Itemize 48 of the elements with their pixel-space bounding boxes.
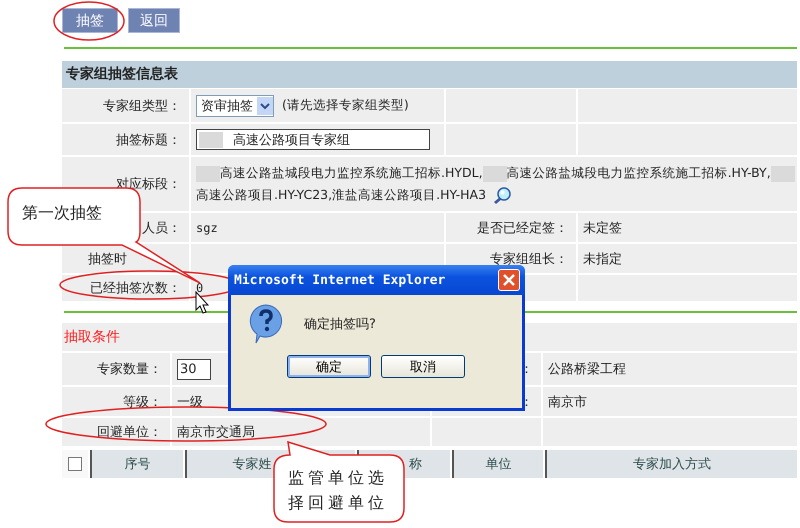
toolbar-button[interactable]: 返回 [128,8,180,33]
field-label: 专家组类型： [103,98,181,114]
caret-icon [257,96,273,114]
search-icon[interactable] [492,186,512,205]
count-field[interactable]: 30 [177,358,211,380]
question-icon [248,303,284,345]
column-header[interactable]: 专家加入方式 [545,450,797,478]
field-value: 公路桥梁工程 [548,361,626,378]
column-header[interactable]: 序号 [90,450,183,478]
field-label: 专家数量： [97,361,162,378]
field-label: 回避单位： [97,424,162,441]
field-value: 南京市 [548,394,587,410]
column-header[interactable]: 单位 [452,450,543,478]
hint-text: (请先选择专家组类型) [282,97,409,114]
field-label: 专家组组长： [490,250,568,268]
dialog-title: Microsoft Internet Explorer [234,272,446,288]
type-select[interactable]: 资审抽签 [196,94,274,116]
field-value: sgz [196,220,218,234]
field-text: 高速公路项目专家组 [233,132,350,148]
field-label: 已经抽签次数： [90,280,181,297]
close-button[interactable] [498,269,520,291]
section-title: 抽取条件 [64,328,120,346]
field-value: 未指定 [583,250,622,268]
field-label: 人员： [142,220,181,236]
field-label: 抽签标题： [116,132,181,148]
section-text: 高速公路项目.HY-YC23,淮盐高速公路项目.HY-HA3 [196,187,486,202]
table-title: 专家组抽签信息表 [62,61,797,88]
close-icon [503,274,515,286]
redacted-block [199,132,223,148]
field-value: 未定签 [583,220,622,236]
callout-text: 第一次抽签 [22,203,102,224]
title-field[interactable]: 高速公路项目专家组 [196,129,430,150]
cursor-icon [195,291,209,315]
field-value: 0 [196,281,204,295]
section-text: 高速公路盐城段电力监控系统施工招标.HYDL, [220,165,483,180]
checkbox[interactable] [68,457,82,471]
field-label: 是否已经定签： [477,220,568,236]
field-label: 抽签时 [88,250,127,268]
section-text: 高速公路盐城段电力监控系统施工招标.HY-BY, [506,165,771,180]
field-label: 等级： [123,394,162,410]
field-value: 南京市交通局 [177,424,255,441]
field-label: ： [520,361,533,378]
highlight-ellipse [53,1,125,41]
dialog-button[interactable]: 确定 [287,355,371,378]
field-label: ： [520,394,533,410]
dialog-button[interactable]: 取消 [381,355,465,378]
dialog-message: 确定抽签吗? [304,316,376,333]
toolbar-button[interactable]: 抽签 [62,8,118,33]
